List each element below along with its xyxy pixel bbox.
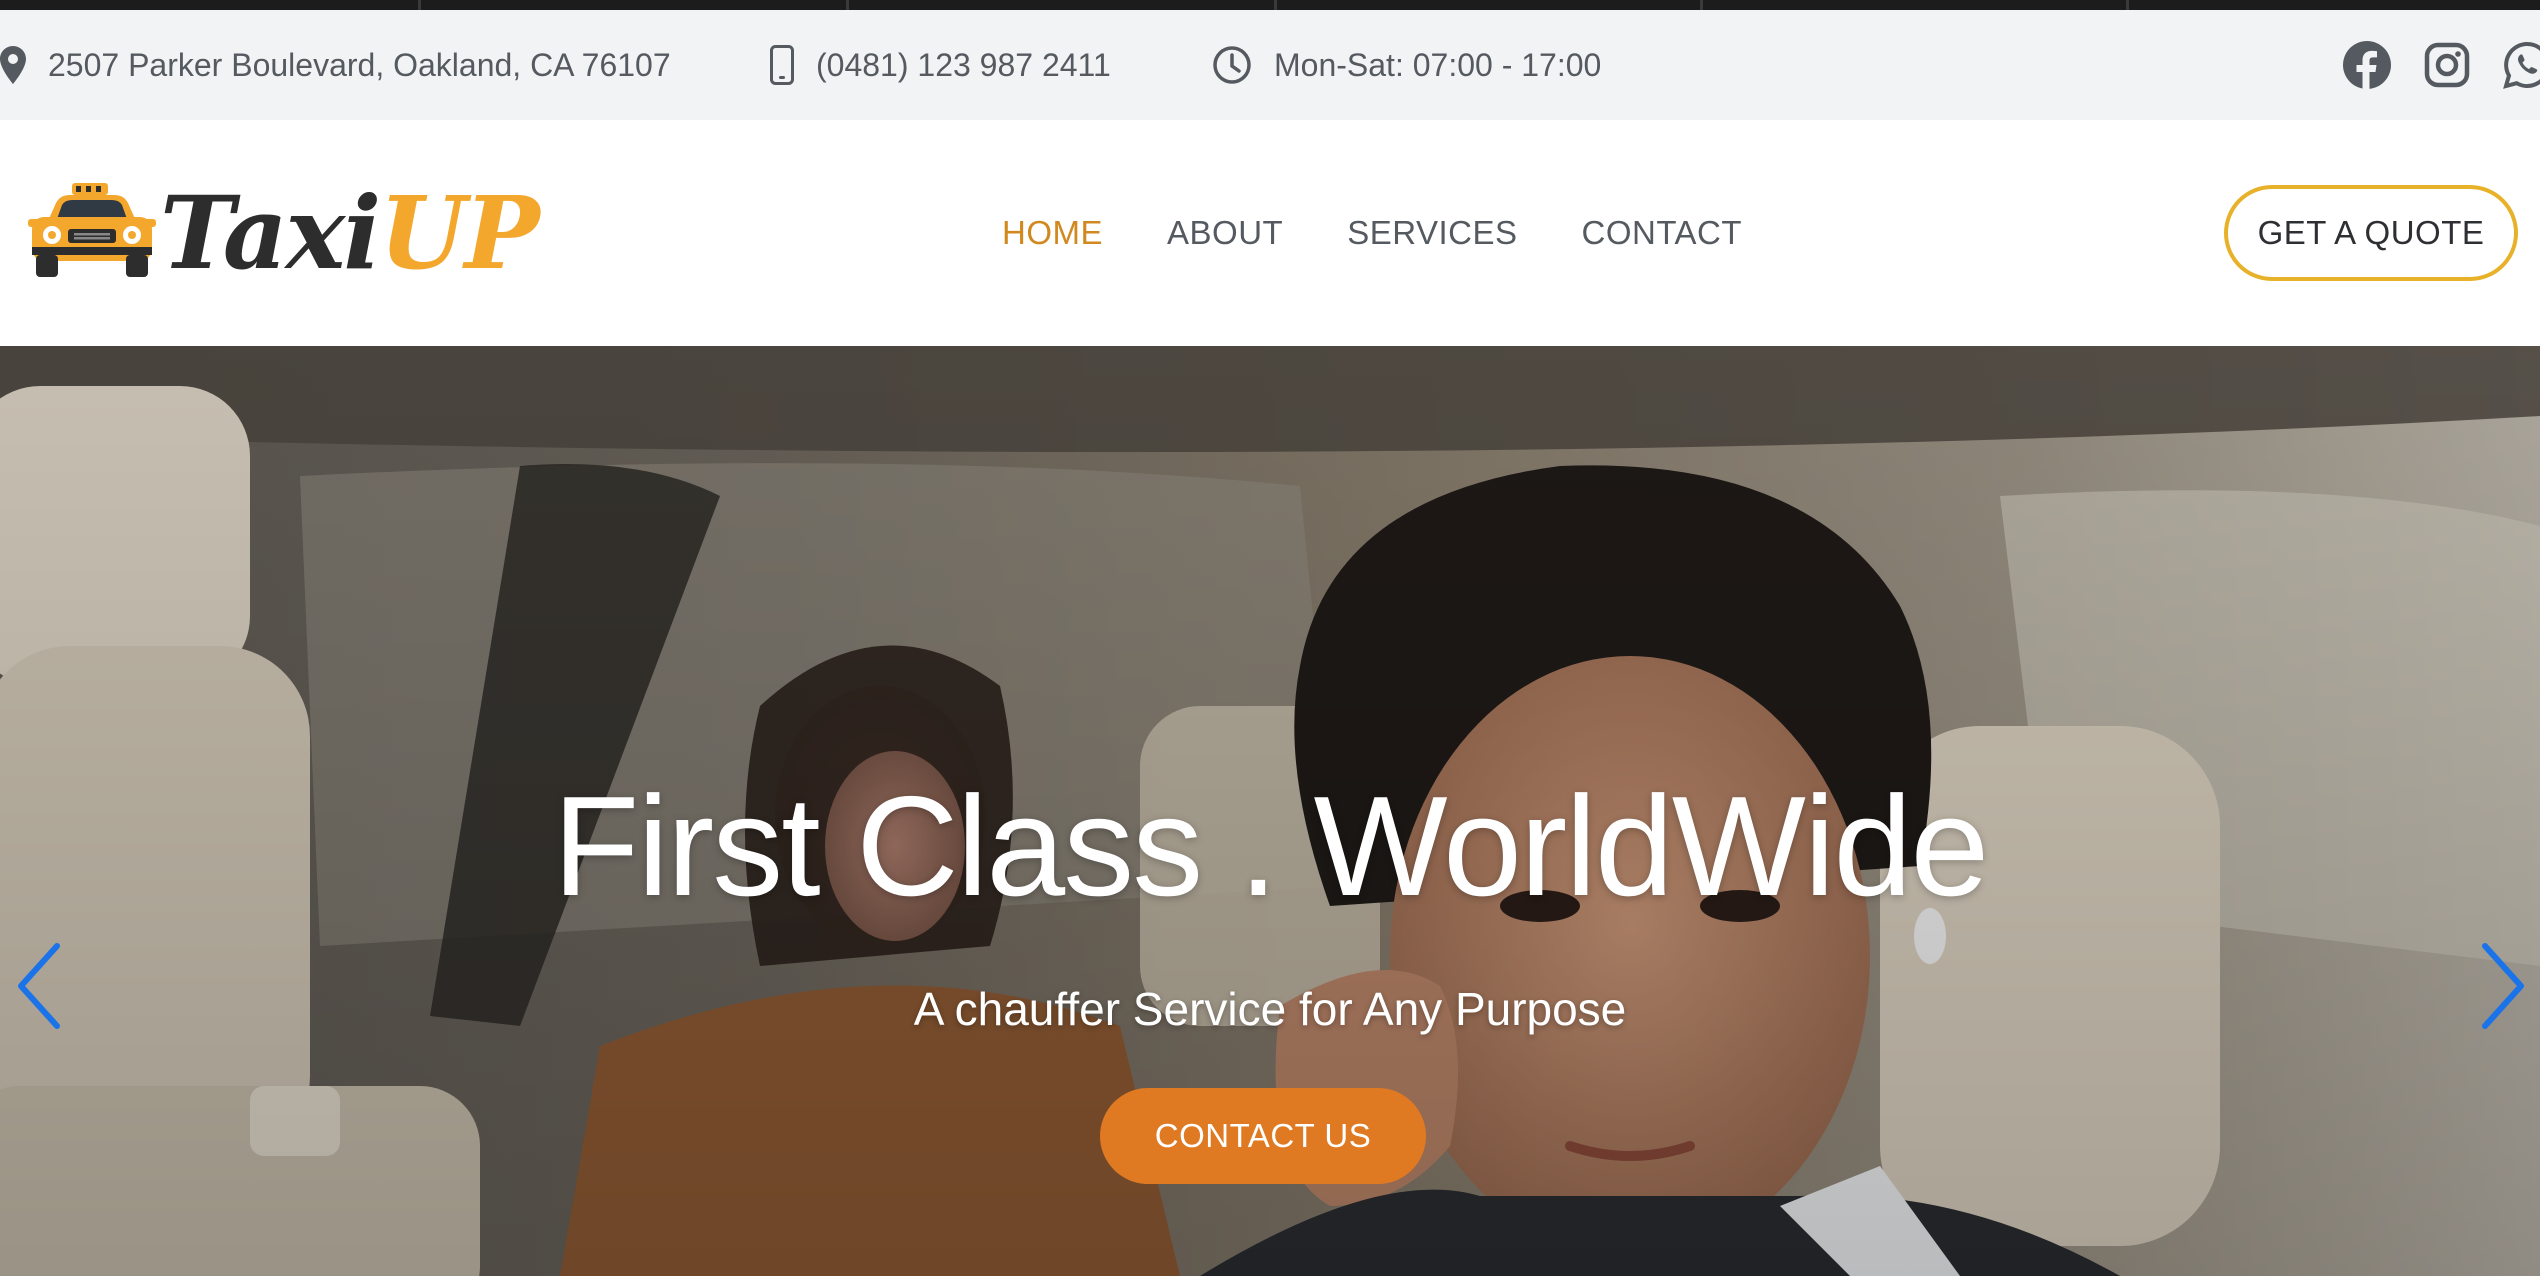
social-links xyxy=(2340,10,2540,120)
logo-text-taxi: Taxi xyxy=(160,174,381,292)
chevron-right-icon[interactable] xyxy=(2468,936,2538,1036)
main-nav: HOME ABOUT SERVICES CONTACT xyxy=(1002,120,1806,346)
taxi-car-icon xyxy=(28,181,156,286)
logo-wordmark: TaxiUP xyxy=(160,183,540,283)
phone-text[interactable]: (0481) 123 987 2411 xyxy=(816,47,1111,84)
browser-tab-strip xyxy=(0,0,2540,10)
logo-text-up: UP xyxy=(379,174,539,292)
taxiup-logo[interactable]: TaxiUP xyxy=(28,168,540,298)
whatsapp-icon[interactable] xyxy=(2500,38,2540,92)
contact-us-button[interactable]: CONTACT US xyxy=(1100,1088,1426,1184)
instagram-icon[interactable] xyxy=(2420,38,2474,92)
nav-home[interactable]: HOME xyxy=(1002,214,1103,252)
top-info-bar: 2507 Parker Boulevard, Oakland, CA 76107… xyxy=(0,10,2540,120)
phone-info[interactable]: (0481) 123 987 2411 xyxy=(770,10,1111,120)
nav-services[interactable]: SERVICES xyxy=(1347,214,1517,252)
get-a-quote-button[interactable]: GET A QUOTE xyxy=(2224,185,2518,281)
mobile-phone-icon xyxy=(770,45,794,85)
hours-info: Mon-Sat: 07:00 - 17:00 xyxy=(1212,10,1601,120)
site-header: TaxiUP HOME ABOUT SERVICES CONTACT GET A… xyxy=(0,120,2540,346)
hero-slider: First Class . WorldWide A chauffer Servi… xyxy=(0,346,2540,1276)
address-text: 2507 Parker Boulevard, Oakland, CA 76107 xyxy=(48,46,671,83)
clock-icon xyxy=(1212,45,1252,85)
chevron-left-icon[interactable] xyxy=(4,936,74,1036)
hero-title: First Class . WorldWide xyxy=(552,767,1990,926)
hero-subtitle: A chauffer Service for Any Purpose xyxy=(913,983,1627,1035)
hours-text: Mon-Sat: 07:00 - 17:00 xyxy=(1274,46,1602,83)
facebook-icon[interactable] xyxy=(2340,38,2394,92)
map-pin-icon xyxy=(0,46,26,84)
nav-contact[interactable]: CONTACT xyxy=(1581,214,1742,252)
nav-about[interactable]: ABOUT xyxy=(1167,214,1283,252)
address-info: 2507 Parker Boulevard, Oakland, CA 76107 xyxy=(0,10,671,120)
